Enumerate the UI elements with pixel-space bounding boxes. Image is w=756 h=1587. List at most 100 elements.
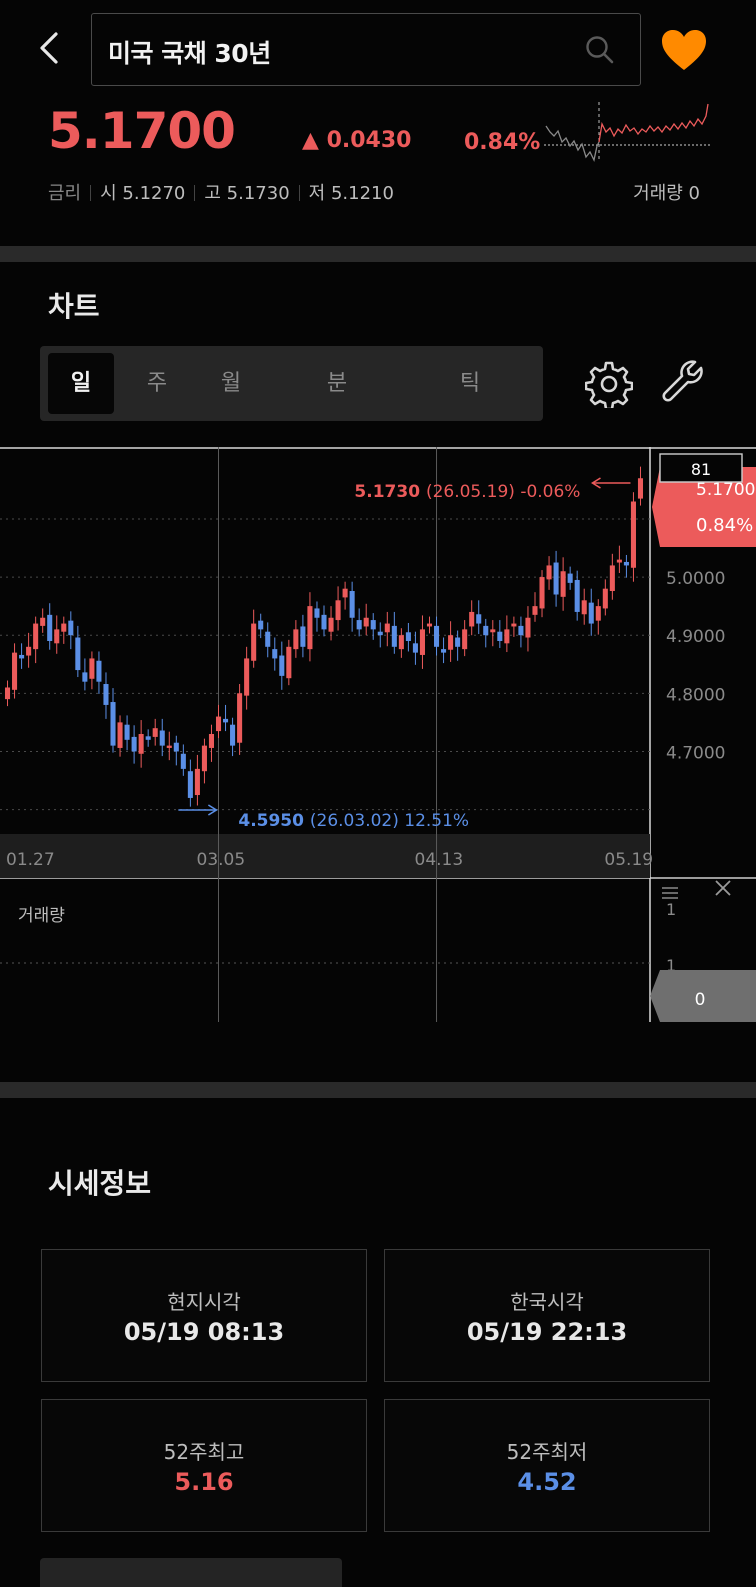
candle-body: [124, 724, 130, 740]
candle-body: [68, 620, 74, 636]
candle-body: [19, 654, 25, 659]
candle-body: [448, 635, 454, 650]
badge-price: 5.1700: [696, 480, 755, 500]
divider: [298, 185, 300, 201]
search-input[interactable]: 미국 국채 30년: [91, 13, 641, 86]
candle-body: [33, 623, 39, 650]
candle-body: [342, 588, 348, 598]
candle-body: [363, 617, 369, 627]
candle-body: [321, 614, 327, 630]
open-price: 시 5.1270: [100, 183, 186, 204]
card-52week-high: 52주최고 5.16: [41, 1399, 367, 1532]
low-price: 저 5.1210: [308, 183, 394, 204]
divider: [194, 185, 196, 201]
candle-body: [314, 608, 320, 618]
divider: [90, 185, 92, 201]
candle-body: [630, 501, 636, 568]
candle-body: [553, 562, 559, 595]
sparkline-chart: [544, 102, 710, 162]
y-tick-label: 4.8000: [666, 685, 725, 705]
high-price: 고 5.1730: [204, 183, 290, 204]
candlestick-chart[interactable]: 5.0000 4.9000 4.8000 4.7000 01.27 03.05 04.13 0…: [0, 447, 756, 1022]
period-tab-bar: 일 주 월 분 틱: [40, 346, 543, 421]
candle-body: [426, 623, 433, 627]
current-price: 5.1700: [48, 102, 236, 160]
candle-body: [307, 606, 313, 650]
x-tick-label: 03.05: [197, 850, 246, 870]
candle-body: [539, 577, 545, 609]
chart-tools-wrench-icon[interactable]: [660, 360, 708, 408]
y-tick-label: 4.9000: [666, 627, 725, 647]
candle-body: [61, 623, 67, 632]
candle-body: [532, 606, 538, 615]
candle-body: [258, 620, 264, 630]
candle-body: [328, 617, 334, 632]
card-label: 한국시각: [510, 1290, 584, 1314]
candle-body: [595, 606, 601, 621]
candle-body: [574, 579, 580, 612]
candle-body: [152, 728, 158, 737]
tab-minute[interactable]: 분: [290, 353, 384, 414]
candle-body: [490, 629, 496, 633]
tab-week[interactable]: 주: [124, 353, 190, 414]
card-value: 4.52: [517, 1468, 577, 1496]
more-button-partial[interactable]: [40, 1558, 342, 1587]
candle-body: [384, 623, 390, 633]
settings-gear-icon[interactable]: [585, 360, 633, 408]
tab-tick[interactable]: 틱: [422, 353, 518, 414]
search-icon[interactable]: [584, 34, 616, 66]
candle-body: [300, 626, 306, 647]
volume-pane-label: 거래량: [18, 906, 65, 926]
candle-body: [623, 561, 629, 566]
volume-value: 0: [695, 990, 706, 1010]
candle-body: [469, 611, 475, 627]
candle-body: [349, 591, 355, 618]
candle-body: [377, 631, 383, 636]
candle-body: [602, 588, 608, 609]
candle-body: [567, 573, 573, 583]
candle-body: [131, 736, 137, 752]
badge-count: 81: [691, 460, 711, 479]
candle-body: [103, 684, 109, 705]
card-local-time: 현지시각 05/19 08:13: [41, 1249, 367, 1382]
candle-body: [483, 625, 489, 636]
card-52week-low: 52주최저 4.52: [384, 1399, 710, 1532]
section-divider: [0, 1082, 756, 1098]
candle-body: [462, 629, 468, 650]
candle-body: [47, 614, 53, 641]
candle-body: [26, 646, 32, 656]
candle-body: [497, 631, 503, 641]
high-marker-price: 5.1730: [354, 482, 426, 502]
chart-section-title: 차트: [48, 290, 100, 323]
candle-body: [187, 771, 193, 798]
candle-body: [40, 617, 46, 626]
candle-body: [194, 768, 200, 796]
candle-body: [391, 625, 397, 647]
tab-day[interactable]: 일: [48, 353, 114, 414]
card-label: 52주최고: [163, 1440, 245, 1464]
section-divider: [0, 246, 756, 262]
candle-body: [272, 649, 278, 659]
tab-month[interactable]: 월: [198, 353, 264, 414]
candle-body: [609, 565, 615, 592]
candle-body: [581, 600, 587, 615]
candle-body: [398, 635, 404, 650]
badge-percent: 0.84%: [696, 515, 753, 536]
candle-body: [166, 745, 172, 748]
candle-body: [201, 745, 207, 772]
candle-body: [560, 571, 566, 597]
volume-summary: 거래량 0: [633, 183, 700, 204]
candle-body: [370, 620, 376, 630]
candle-body: [54, 629, 60, 644]
candle-body: [265, 631, 271, 647]
back-arrow-icon[interactable]: [30, 28, 70, 68]
candle-body: [173, 742, 179, 752]
candle-body: [511, 623, 517, 627]
candle-body: [616, 559, 622, 563]
favorite-heart-icon[interactable]: [660, 28, 708, 72]
candle-body: [145, 736, 151, 740]
candle-body: [12, 652, 18, 690]
quote-summary-line: 금리 시 5.1270 고 5.1730 저 5.1210: [48, 179, 394, 205]
low-marker-price: 4.5950: [238, 811, 310, 831]
price-change: ▲ 0.0430: [302, 128, 412, 153]
